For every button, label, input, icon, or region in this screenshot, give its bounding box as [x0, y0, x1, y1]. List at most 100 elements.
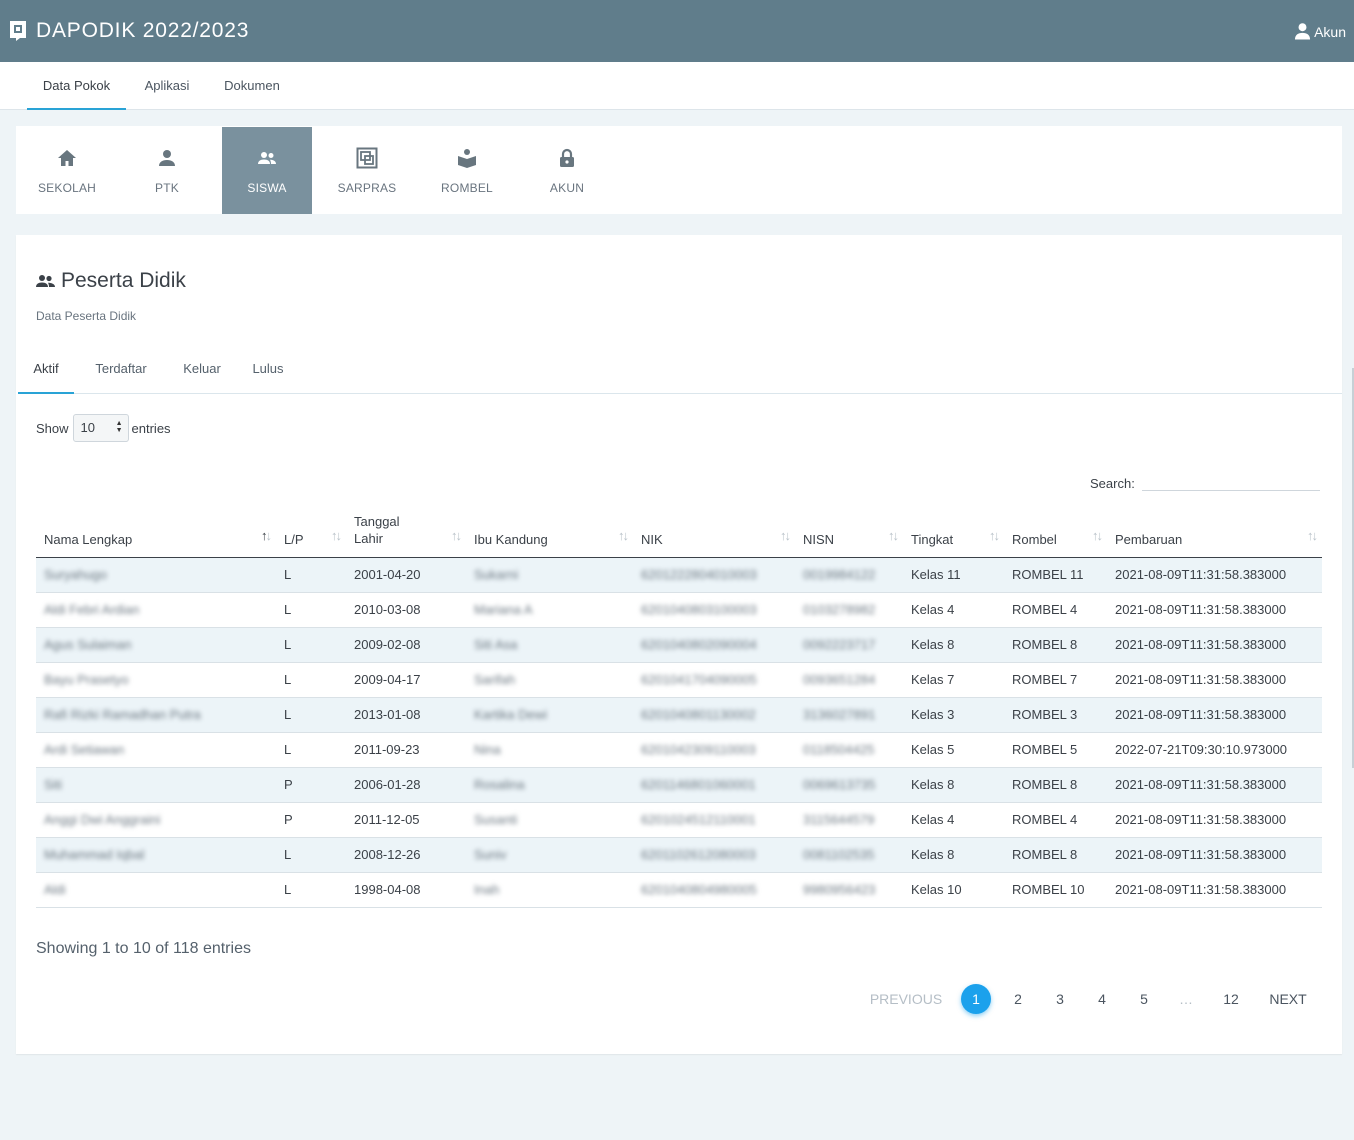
tab-aktif[interactable]: Aktif: [18, 349, 74, 394]
tab-aplikasi[interactable]: Aplikasi: [136, 62, 198, 110]
cell-nik: 6201040804980005: [633, 872, 795, 908]
table-row[interactable]: Aldi Febri Ardian L 2010-03-08 Mariana A 620…: [36, 592, 1322, 628]
cell-nik: 6201040802090004: [633, 627, 795, 663]
cell-rombel: ROMBEL 4: [1004, 802, 1107, 838]
account-menu[interactable]: Akun: [1294, 22, 1346, 40]
column-header-nama[interactable]: Nama Lengkap ↑↓: [36, 505, 276, 558]
cell-nisn: 3115644579: [795, 802, 903, 838]
select-arrows-icon: ▲ ▼: [115, 420, 123, 434]
module-bar: SEKOLAH PTK SISWA SARPRAS ROMBEL AKUN: [16, 126, 1342, 214]
cell-nama: Siti: [36, 767, 276, 803]
previous-page-button[interactable]: PREVIOUS: [868, 985, 944, 1013]
cell-nisn: 0093651284: [795, 662, 903, 698]
user-icon: [1295, 23, 1311, 40]
column-header-nik[interactable]: NIK ↑↓: [633, 505, 795, 558]
cell-nisn: 0092223717: [795, 627, 903, 663]
column-header-pembaruan[interactable]: Pembaruan ↑↓: [1107, 505, 1322, 558]
building-icon: [356, 147, 378, 169]
module-siswa[interactable]: SISWA: [222, 127, 312, 214]
module-label: AKUN: [549, 181, 585, 195]
table-row[interactable]: Agus Sulaiman L 2009-02-08 Siti Asa 62010408…: [36, 627, 1322, 663]
page-title-text: Peserta Didik: [61, 269, 186, 292]
cell-ibu-kandung: Suniv: [466, 837, 633, 873]
cell-rombel: ROMBEL 10: [1004, 872, 1107, 908]
cell-rombel: ROMBEL 11: [1004, 557, 1107, 593]
table-row[interactable]: Aldi L 1998-04-08 Inah 6201040804980005 99809…: [36, 872, 1322, 908]
module-rombel[interactable]: ROMBEL: [422, 127, 512, 214]
cell-tanggal-lahir: 2010-03-08: [346, 592, 466, 628]
cell-rombel: ROMBEL 8: [1004, 767, 1107, 803]
entries-length-control: Show 10 ▲ ▼ entries: [36, 414, 171, 442]
main-tab-bar: Data Pokok Aplikasi Dokumen: [0, 62, 1354, 110]
page-button-5[interactable]: 5: [1134, 985, 1154, 1013]
cell-pembaruan: 2022-07-21T09:30:10.973000: [1107, 732, 1322, 768]
module-sarpras[interactable]: SARPRAS: [322, 127, 412, 214]
lock-icon: [560, 148, 574, 167]
search-input[interactable]: [1141, 467, 1320, 491]
cell-ibu-kandung: Siti Asa: [466, 627, 633, 663]
page-subtitle: Data Peserta Didik: [36, 309, 137, 323]
cell-pembaruan: 2021-08-09T11:31:58.383000: [1107, 837, 1322, 873]
home-icon: [58, 150, 76, 166]
cell-lp: L: [276, 872, 346, 908]
page-button-3[interactable]: 3: [1050, 985, 1070, 1013]
cell-tanggal-lahir: 2011-09-23: [346, 732, 466, 768]
sort-icon: ↑↓: [888, 527, 899, 543]
cell-tanggal-lahir: 2009-04-17: [346, 662, 466, 698]
tab-dokumen[interactable]: Dokumen: [214, 62, 290, 110]
cell-rombel: ROMBEL 8: [1004, 627, 1107, 663]
entries-select[interactable]: 10 ▲ ▼: [72, 414, 129, 442]
tab-data-pokok[interactable]: Data Pokok: [27, 62, 126, 110]
table-row[interactable]: Rafi Rizki Ramadhan Putra L 2013-01-08 Kart…: [36, 697, 1322, 733]
cell-nama: Agus Sulaiman: [36, 627, 276, 663]
cell-pembaruan: 2021-08-09T11:31:58.383000: [1107, 592, 1322, 628]
cell-tingkat: Kelas 4: [903, 802, 1004, 838]
column-header-tingkat[interactable]: Tingkat ↑↓: [903, 505, 1004, 558]
app-logo-icon: [10, 21, 26, 41]
page-button-12[interactable]: 12: [1218, 985, 1244, 1013]
tab-keluar[interactable]: Keluar: [174, 349, 230, 394]
page-button-1[interactable]: 1: [961, 984, 991, 1014]
cell-nik: 6201040801130002: [633, 697, 795, 733]
column-header-ibu-kandung[interactable]: Ibu Kandung ↑↓: [466, 505, 633, 558]
module-akun[interactable]: AKUN: [522, 127, 612, 214]
table-row[interactable]: Siti P 2006-01-28 Rosalina 6201146801060001 0…: [36, 767, 1322, 803]
reader-icon: [458, 149, 476, 168]
module-ptk[interactable]: PTK: [122, 127, 212, 214]
cell-pembaruan: 2021-08-09T11:31:58.383000: [1107, 802, 1322, 838]
column-header-nisn[interactable]: NISN ↑↓: [795, 505, 903, 558]
table-row[interactable]: Anggi Dwi Anggraini P 2011-12-05 Susanti 620…: [36, 802, 1322, 838]
column-header-tanggal-lahir[interactable]: Tanggal Lahir ↑↓: [346, 505, 466, 558]
table-row[interactable]: Suryahugo L 2001-04-20 Sukarni 6201222804010…: [36, 557, 1322, 593]
cell-nisn: 0019984122: [795, 557, 903, 593]
module-sekolah[interactable]: SEKOLAH: [22, 127, 112, 214]
sort-icon: ↑↓: [780, 527, 791, 543]
cell-ibu-kandung: Nina: [466, 732, 633, 768]
page-button-2[interactable]: 2: [1008, 985, 1028, 1013]
column-header-rombel[interactable]: Rombel ↑↓: [1004, 505, 1107, 558]
sort-icon: ↑↓: [618, 527, 629, 543]
cell-tanggal-lahir: 2006-01-28: [346, 767, 466, 803]
cell-tingkat: Kelas 7: [903, 662, 1004, 698]
cell-nama: Anggi Dwi Anggraini: [36, 802, 276, 838]
table-row[interactable]: Muhammad Iqbal L 2008-12-26 Suniv 6201102612…: [36, 837, 1322, 873]
cell-tanggal-lahir: 2011-12-05: [346, 802, 466, 838]
cell-pembaruan: 2021-08-09T11:31:58.383000: [1107, 662, 1322, 698]
table-row[interactable]: Ardi Setiawan L 2011-09-23 Nina 620104230911…: [36, 732, 1322, 768]
module-label: PTK: [155, 181, 179, 195]
page-button-4[interactable]: 4: [1092, 985, 1112, 1013]
table-info: Showing 1 to 10 of 118 entries: [36, 940, 251, 957]
module-label: ROMBEL: [441, 181, 493, 195]
cell-tanggal-lahir: 2008-12-26: [346, 837, 466, 873]
tab-terdaftar[interactable]: Terdaftar: [86, 349, 156, 394]
cell-nik: 6201042309110003: [633, 732, 795, 768]
cell-tingkat: Kelas 8: [903, 767, 1004, 803]
tab-lulus[interactable]: Lulus: [246, 349, 290, 394]
column-header-lp[interactable]: L/P ↑↓: [276, 505, 346, 558]
cell-nisn: 0118504425: [795, 732, 903, 768]
next-page-button[interactable]: NEXT: [1266, 985, 1310, 1013]
cell-nama: Rafi Rizki Ramadhan Putra: [36, 697, 276, 733]
cell-ibu-kandung: Kartika Dewi: [466, 697, 633, 733]
table-row[interactable]: Bayu Prasetyo L 2009-04-17 Sarifah 620104170…: [36, 662, 1322, 698]
brand[interactable]: DAPODIK 2022/2023: [8, 19, 249, 43]
